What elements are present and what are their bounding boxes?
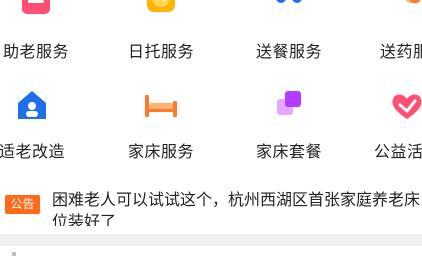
service-label: 助老服务 xyxy=(2,42,69,61)
home-bed-icon xyxy=(141,85,181,125)
notice-bar[interactable]: 公告 困难老人可以试试这个，杭州西湖区首张家庭养老床位装好了 xyxy=(0,186,422,226)
day-care-icon: 托 xyxy=(141,0,181,22)
elder-help-icon xyxy=(16,0,56,22)
service-label: 送药服务 xyxy=(379,42,422,61)
next-section-marker xyxy=(12,252,16,256)
service-panel: 助老服务 托 日托服务 送餐服务 xyxy=(0,0,422,261)
charity-icon xyxy=(387,85,422,125)
service-label: 公益活动 xyxy=(373,142,422,161)
service-label: 适老改造 xyxy=(0,142,65,161)
meal-delivery-icon xyxy=(269,0,309,22)
home-renovation-icon xyxy=(12,85,52,125)
service-label: 日托服务 xyxy=(127,42,194,61)
notice-text: 困难老人可以试试这个，杭州西湖区首张家庭养老床位装好了 xyxy=(52,190,421,226)
service-label: 家床套餐 xyxy=(255,142,322,161)
day-care-badge: 托 xyxy=(141,0,181,3)
medicine-delivery-icon xyxy=(393,0,422,22)
home-bed-package-icon xyxy=(269,85,309,125)
notice-badge: 公告 xyxy=(5,195,40,214)
service-label: 家床服务 xyxy=(127,142,194,161)
section-divider xyxy=(0,234,422,246)
service-label: 送餐服务 xyxy=(255,42,322,61)
